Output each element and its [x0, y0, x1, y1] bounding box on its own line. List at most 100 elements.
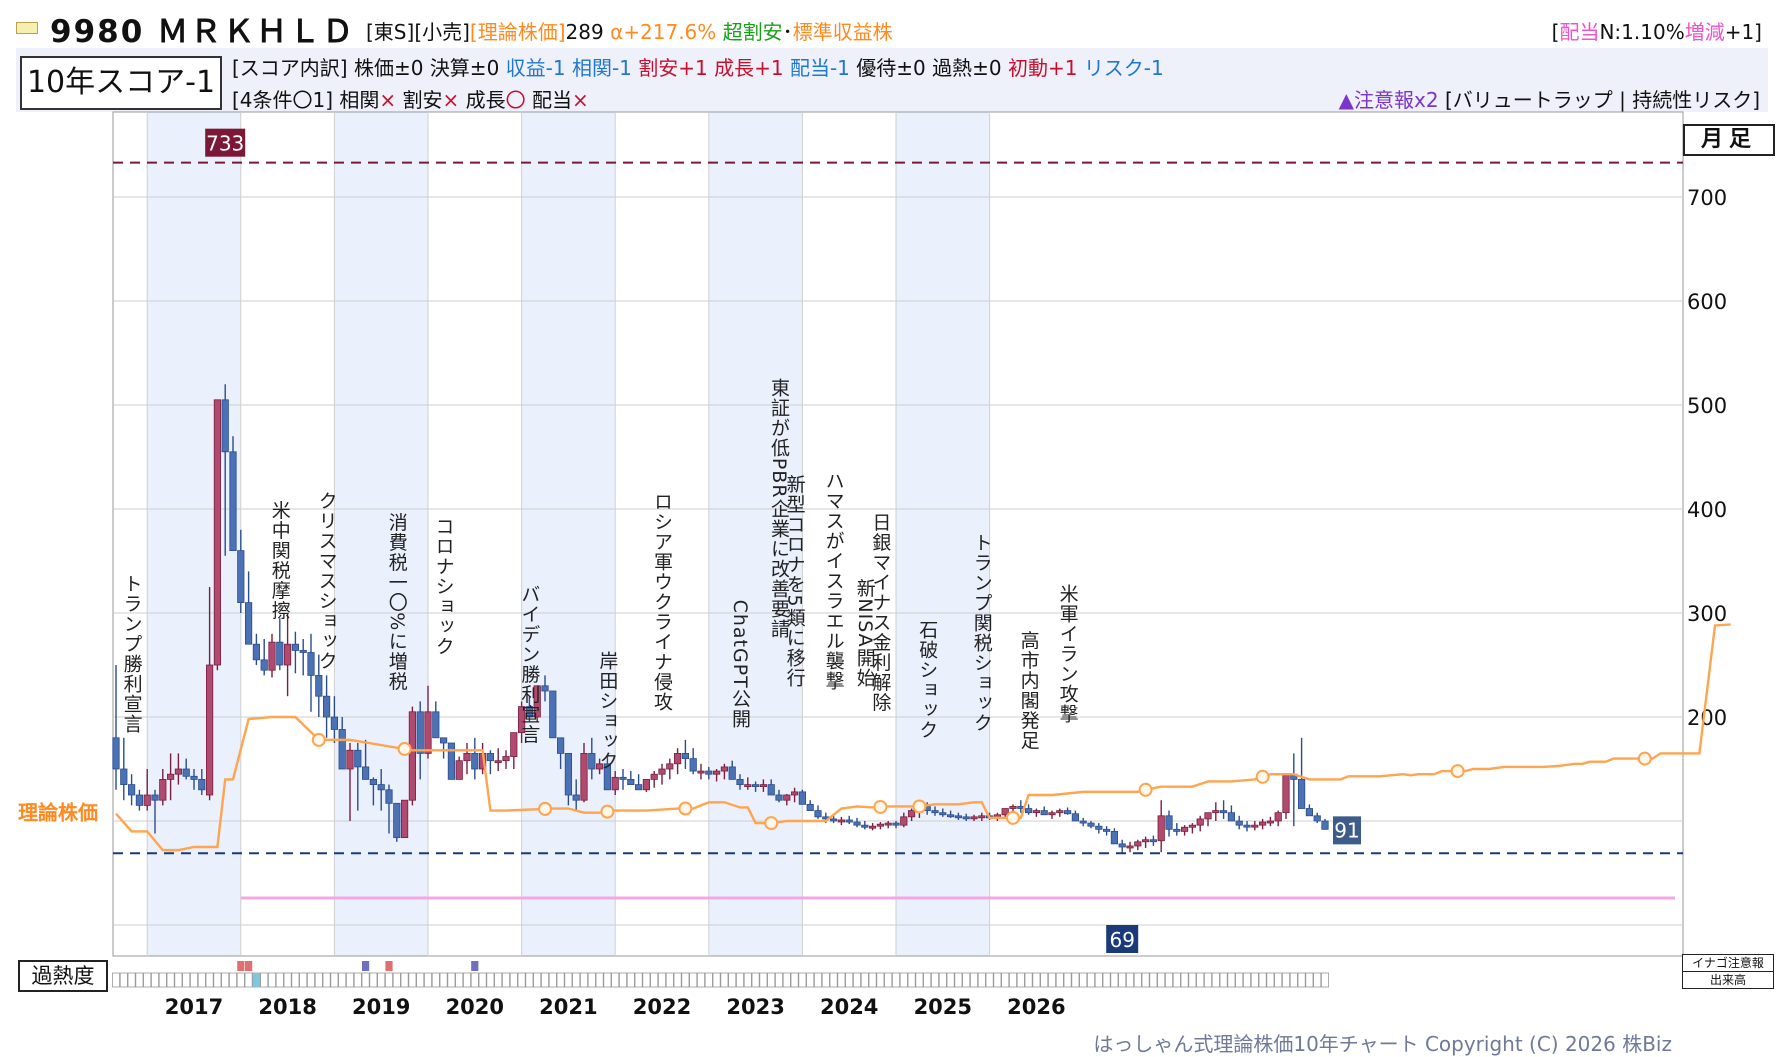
candle-body: [1126, 845, 1134, 849]
theory-marker: [600, 804, 615, 819]
theory-marker: [1138, 782, 1153, 797]
candle-body: [954, 815, 963, 819]
candle-body: [182, 768, 190, 777]
overheat-cell: [806, 972, 815, 988]
candle-body: [322, 695, 331, 718]
candle-body: [166, 773, 175, 780]
overheat-cell: [775, 972, 784, 988]
overheat-cell: [1094, 972, 1103, 988]
candle-body: [791, 791, 799, 796]
candle-body: [174, 768, 182, 775]
overheat-cell: [275, 972, 284, 988]
candle-body: [1110, 831, 1118, 845]
overheat-cell: [1102, 972, 1111, 988]
candle-body: [541, 685, 549, 692]
candle-body: [728, 766, 736, 780]
overheat-cell: [1016, 972, 1025, 988]
overheat-cell: [938, 972, 947, 988]
y-tick-label: 500: [1687, 394, 1727, 418]
candle-body: [1259, 821, 1267, 826]
overheat-cell: [361, 972, 370, 988]
candle-body: [127, 784, 136, 796]
overheat-cell: [946, 972, 955, 988]
overheat-cell: [1118, 972, 1127, 988]
overheat-cell: [1313, 972, 1322, 988]
candle-body: [447, 742, 456, 780]
candle-body: [744, 784, 752, 787]
candle-body: [580, 753, 588, 801]
candle-body: [1009, 806, 1017, 809]
overheat-cell: [353, 972, 362, 988]
overheat-cell: [1172, 972, 1181, 988]
overheat-cell: [704, 972, 713, 988]
overheat-cell: [572, 972, 581, 988]
candle-body: [283, 643, 292, 666]
candle-body: [424, 711, 432, 754]
x-year-label: 2025: [914, 995, 972, 1019]
candle-body: [1204, 812, 1212, 820]
overheat-cell: [853, 972, 862, 988]
overheat-cell: [345, 972, 354, 988]
candle-body: [588, 753, 596, 770]
candle-body: [1134, 841, 1142, 847]
overheat-cell: [1079, 972, 1088, 988]
candle-body: [385, 789, 393, 804]
overheat-cell: [915, 972, 924, 988]
candle-body: [1235, 820, 1243, 826]
candle-body: [1118, 843, 1126, 848]
overheat-cell: [392, 972, 401, 988]
overheat-cell: [1071, 972, 1080, 988]
candle-body: [1298, 779, 1306, 809]
overheat-cell: [1289, 972, 1298, 988]
candle-body: [689, 758, 697, 772]
candle-body: [939, 812, 947, 816]
overheat-cell: [462, 972, 471, 988]
candle-body: [1087, 822, 1095, 827]
candle-body: [276, 641, 284, 666]
candle-body: [486, 753, 495, 762]
event-label: コロナショック: [433, 516, 455, 656]
overheat-cell: [673, 972, 682, 988]
candle-body: [198, 779, 206, 791]
overheat-cell: [182, 972, 191, 988]
theory-marker: [764, 816, 779, 831]
overheat-cell: [509, 972, 518, 988]
copyright: はっしゃん式理論株価10年チャート Copyright (C) 2026 株Bi…: [1093, 1032, 1672, 1056]
overheat-cell: [1180, 972, 1189, 988]
candle-body: [268, 641, 276, 671]
overheat-cell: [1032, 972, 1041, 988]
candle-body: [642, 779, 651, 791]
y-tick-label: 400: [1687, 498, 1727, 522]
overheat-cell: [1009, 972, 1018, 988]
candle-body: [1243, 824, 1251, 828]
candle-body: [674, 753, 682, 765]
overheat-cell: [728, 972, 737, 988]
candle-body: [853, 821, 861, 826]
overheat-cell: [1165, 972, 1174, 988]
overheat-cell: [455, 972, 464, 988]
overheat-cell: [447, 972, 456, 988]
candle-body: [931, 810, 939, 814]
overheat-cell: [720, 972, 729, 988]
overheat-marker: [362, 961, 370, 971]
overheat-cell: [782, 972, 791, 988]
overheat-cell: [439, 972, 448, 988]
overheat-cell: [587, 972, 596, 988]
overheat-cell: [1282, 972, 1291, 988]
candle-body: [666, 763, 674, 770]
overheat-cell: [1219, 972, 1228, 988]
event-label: ロシア軍ウクライナ侵攻: [651, 492, 673, 712]
candle-body: [767, 784, 775, 796]
event-label: 米軍イラン攻撃: [1057, 584, 1079, 724]
candle-body: [393, 802, 401, 839]
candle-body: [1103, 828, 1111, 832]
candle-body: [557, 737, 565, 754]
candle-body: [190, 775, 198, 780]
overheat-cell: [821, 972, 830, 988]
candle-body: [658, 768, 666, 775]
candle-body: [361, 766, 370, 780]
candle-body: [869, 825, 877, 829]
candle-body: [369, 779, 378, 786]
candle-body: [205, 664, 214, 796]
candle-body: [627, 779, 635, 786]
